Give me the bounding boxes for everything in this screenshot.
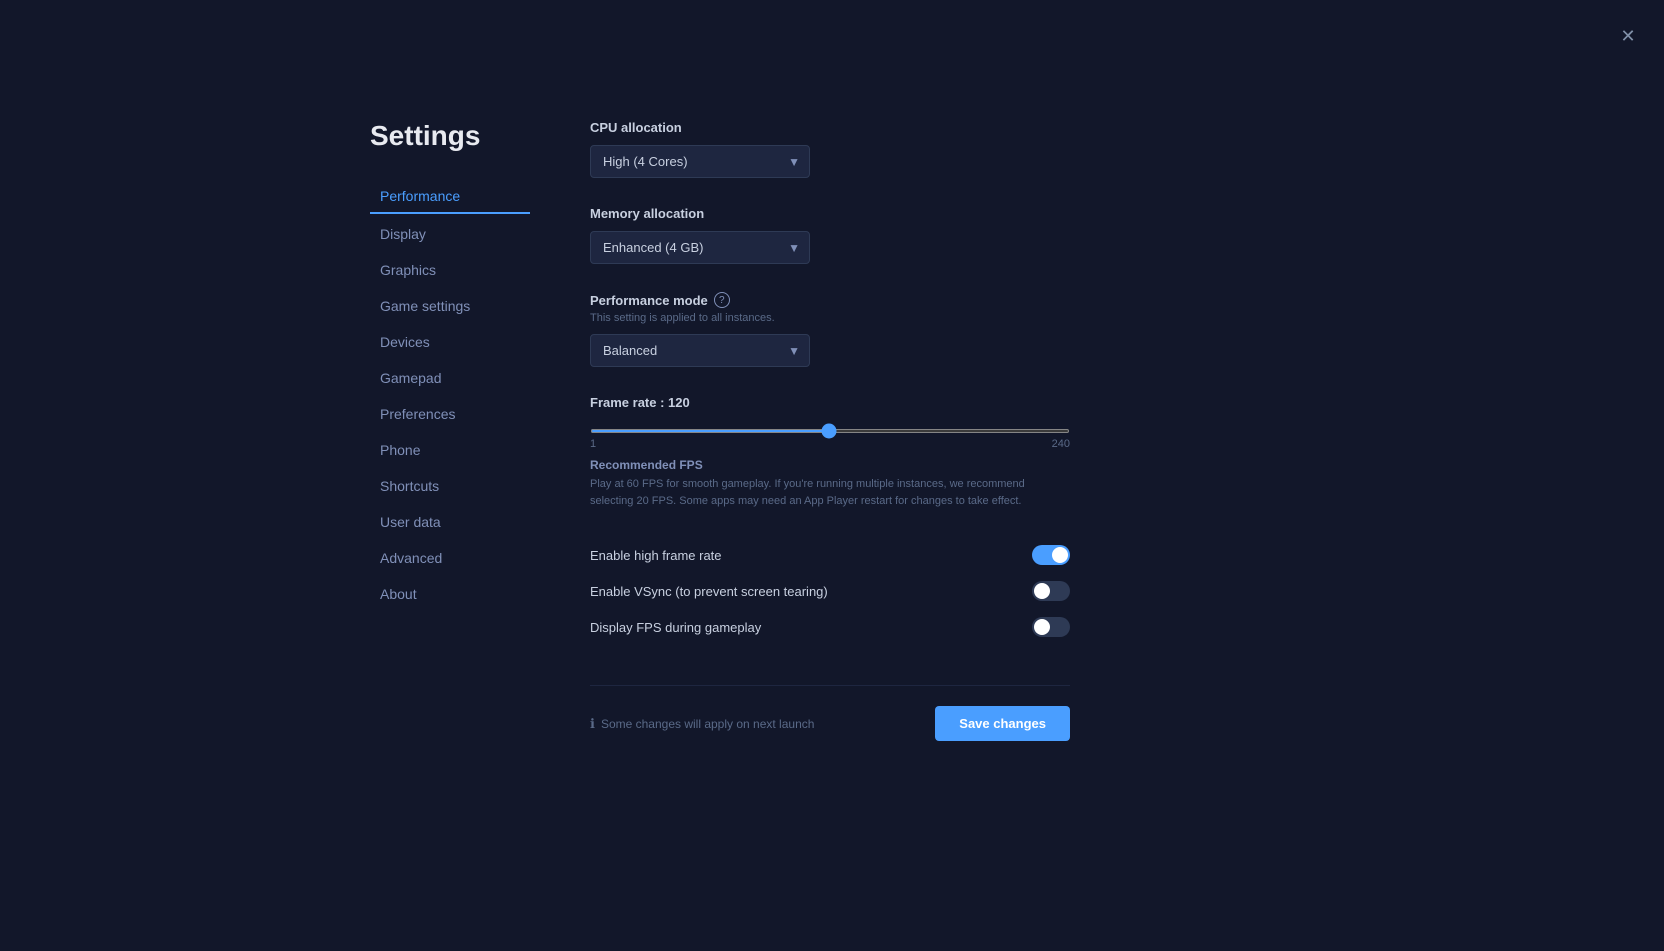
performance-mode-select[interactable]: Power Saver Balanced High Performance [590, 334, 810, 367]
toggle-knob-high-frame-rate [1052, 547, 1068, 563]
sidebar-item-gamepad[interactable]: Gamepad [370, 362, 530, 394]
sidebar-item-advanced[interactable]: Advanced [370, 542, 530, 574]
sidebar-item-about[interactable]: About [370, 578, 530, 610]
performance-mode-section: Performance mode ? This setting is appli… [590, 292, 1070, 367]
sidebar-item-graphics[interactable]: Graphics [370, 254, 530, 286]
performance-mode-label: Performance mode [590, 293, 708, 308]
footer-row: ℹ Some changes will apply on next launch… [590, 685, 1070, 741]
close-icon: ✕ [1620, 26, 1635, 47]
save-changes-button[interactable]: Save changes [935, 706, 1070, 741]
main-content: CPU allocation Low (1 Core) Medium (2 Co… [590, 120, 1070, 741]
sidebar-item-phone[interactable]: Phone [370, 434, 530, 466]
sidebar-item-shortcuts[interactable]: Shortcuts [370, 470, 530, 502]
frame-rate-label: Frame rate : 120 [590, 395, 1070, 410]
sidebar-item-performance[interactable]: Performance [370, 180, 530, 214]
recommended-fps-title: Recommended FPS [590, 458, 1070, 472]
footer-note-text: Some changes will apply on next launch [601, 717, 814, 731]
frame-rate-slider[interactable] [590, 429, 1070, 433]
sidebar-item-devices[interactable]: Devices [370, 326, 530, 358]
page-title: Settings [370, 120, 530, 152]
toggle-label-high-frame-rate: Enable high frame rate [590, 548, 722, 563]
sidebar-item-preferences[interactable]: Preferences [370, 398, 530, 430]
toggle-knob-display-fps [1034, 619, 1050, 635]
performance-mode-hint: This setting is applied to all instances… [590, 312, 1070, 324]
toggle-row-vsync: Enable VSync (to prevent screen tearing) [590, 573, 1070, 609]
sidebar: Performance Display Graphics Game settin… [370, 180, 530, 610]
frame-rate-section: Frame rate : 120 1 240 Recommended FPS P… [590, 395, 1070, 509]
cpu-select-wrapper: Low (1 Core) Medium (2 Cores) High (4 Co… [590, 145, 810, 178]
slider-max-label: 240 [1052, 438, 1070, 450]
toggle-row-display-fps: Display FPS during gameplay [590, 609, 1070, 645]
footer-info-icon: ℹ [590, 716, 595, 732]
toggle-high-frame-rate[interactable] [1032, 545, 1070, 565]
memory-allocation-section: Memory allocation Low (1 GB) Standard (2… [590, 206, 1070, 264]
cpu-allocation-section: CPU allocation Low (1 Core) Medium (2 Co… [590, 120, 1070, 178]
footer-note: ℹ Some changes will apply on next launch [590, 716, 814, 732]
memory-select-wrapper: Low (1 GB) Standard (2 GB) Enhanced (4 G… [590, 231, 810, 264]
sidebar-item-user-data[interactable]: User data [370, 506, 530, 538]
toggles-section: Enable high frame rate Enable VSync (to … [590, 537, 1070, 645]
toggle-vsync[interactable] [1032, 581, 1070, 601]
slider-min-label: 1 [590, 438, 596, 450]
performance-mode-select-wrapper: Power Saver Balanced High Performance ▼ [590, 334, 810, 367]
toggle-knob-vsync [1034, 583, 1050, 599]
toggle-label-display-fps: Display FPS during gameplay [590, 620, 761, 635]
toggle-display-fps[interactable] [1032, 617, 1070, 637]
memory-allocation-label: Memory allocation [590, 206, 1070, 221]
performance-mode-info-icon[interactable]: ? [714, 292, 730, 308]
performance-mode-label-row: Performance mode ? [590, 292, 1070, 308]
recommended-fps-text: Play at 60 FPS for smooth gameplay. If y… [590, 476, 1070, 509]
cpu-allocation-select[interactable]: Low (1 Core) Medium (2 Cores) High (4 Co… [590, 145, 810, 178]
toggle-label-vsync: Enable VSync (to prevent screen tearing) [590, 584, 828, 599]
sidebar-item-display[interactable]: Display [370, 218, 530, 250]
sidebar-item-game-settings[interactable]: Game settings [370, 290, 530, 322]
memory-allocation-select[interactable]: Low (1 GB) Standard (2 GB) Enhanced (4 G… [590, 231, 810, 264]
close-button[interactable]: ✕ [1612, 20, 1644, 52]
slider-range-labels: 1 240 [590, 438, 1070, 450]
toggle-row-high-frame-rate: Enable high frame rate [590, 537, 1070, 573]
cpu-allocation-label: CPU allocation [590, 120, 1070, 135]
